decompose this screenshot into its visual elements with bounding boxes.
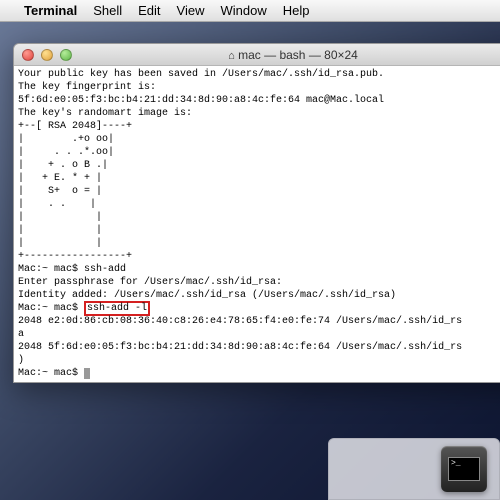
term-prompt: Mac:~ mac$ <box>18 368 84 379</box>
term-line: Identity added: /Users/mac/.ssh/id_rsa (… <box>18 290 396 301</box>
term-line: | S+ o = | <box>18 186 102 197</box>
menu-shell[interactable]: Shell <box>93 3 122 18</box>
terminal-window: ⌂ mac — bash — 80×24 Your public key has… <box>13 43 500 383</box>
window-title: ⌂ mac — bash — 80×24 <box>14 48 500 62</box>
term-prompt: Mac:~ mac$ <box>18 303 84 314</box>
term-line: +--[ RSA 2048]----+ <box>18 121 132 132</box>
terminal-content[interactable]: Your public key has been saved in /Users… <box>14 66 500 382</box>
zoom-button[interactable] <box>60 49 72 61</box>
term-line: The key's randomart image is: <box>18 108 192 119</box>
highlighted-command: ssh-add -l <box>84 301 150 316</box>
menubar: Terminal Shell Edit View Window Help <box>0 0 500 22</box>
term-line: | | <box>18 238 102 249</box>
term-line: | + E. * + | <box>18 173 102 184</box>
window-controls <box>22 49 72 61</box>
home-icon: ⌂ <box>228 50 235 62</box>
app-name[interactable]: Terminal <box>24 3 77 18</box>
close-button[interactable] <box>22 49 34 61</box>
menu-window[interactable]: Window <box>221 3 267 18</box>
term-line: Your public key has been saved in /Users… <box>18 69 384 80</box>
term-line: | | <box>18 212 102 223</box>
cursor <box>84 368 90 379</box>
term-line: +-----------------+ <box>18 251 132 262</box>
term-line: Enter passphrase for /Users/mac/.ssh/id_… <box>18 277 282 288</box>
dock-terminal-icon[interactable]: >_ <box>441 446 487 492</box>
term-line: | | <box>18 225 102 236</box>
menu-edit[interactable]: Edit <box>138 3 160 18</box>
term-line: | . . .*.oo| <box>18 147 114 158</box>
minimize-button[interactable] <box>41 49 53 61</box>
term-line: The key fingerprint is: <box>18 82 156 93</box>
titlebar[interactable]: ⌂ mac — bash — 80×24 <box>14 44 500 66</box>
dock: >_ <box>328 438 500 500</box>
menu-view[interactable]: View <box>177 3 205 18</box>
term-line: 2048 e2:0d:86:cb:08:36:40:c8:26:e4:78:65… <box>18 316 462 327</box>
term-line: ) <box>18 355 24 366</box>
term-line: 5f:6d:e0:05:f3:bc:b4:21:dd:34:8d:90:a8:4… <box>18 95 384 106</box>
menu-help[interactable]: Help <box>283 3 310 18</box>
term-line: | .+o oo| <box>18 134 114 145</box>
terminal-icon-glyph: >_ <box>448 457 480 481</box>
term-line: | . . | <box>18 199 96 210</box>
term-line: | + . o B .| <box>18 160 108 171</box>
term-line: 2048 5f:6d:e0:05:f3:bc:b4:21:dd:34:8d:90… <box>18 342 462 353</box>
term-line: a <box>18 329 24 340</box>
term-line: Mac:~ mac$ ssh-add <box>18 264 126 275</box>
